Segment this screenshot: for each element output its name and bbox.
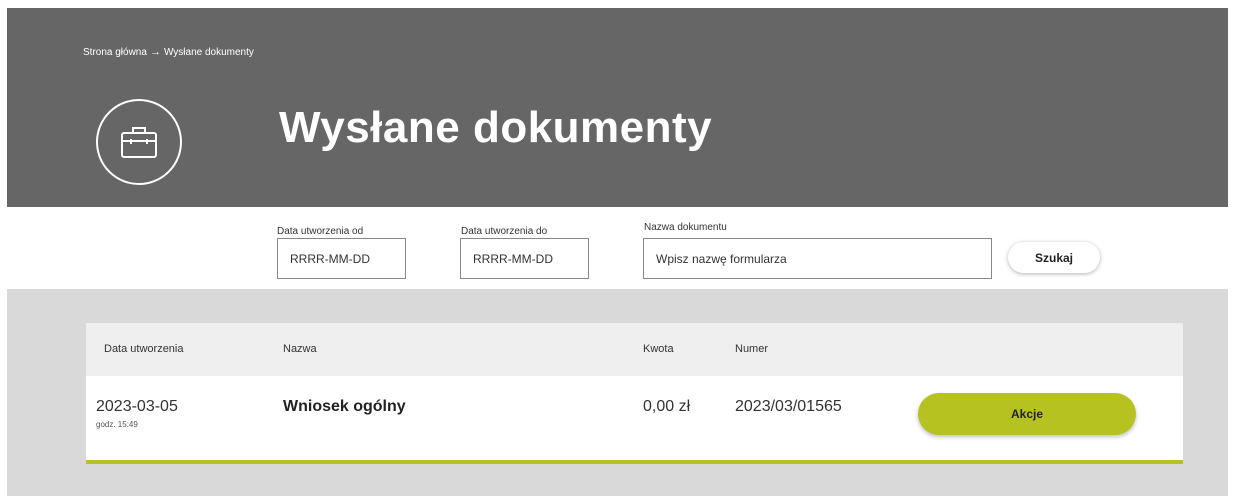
actions-button[interactable]: Akcje xyxy=(918,393,1136,435)
row-number: 2023/03/01565 xyxy=(735,398,842,415)
date-from-input[interactable] xyxy=(277,238,406,279)
row-name: Wniosek ogólny xyxy=(283,398,406,415)
arrow-right-icon: → xyxy=(149,46,161,58)
row-amount: 0,00 zł xyxy=(643,398,691,415)
search-button[interactable]: Szukaj xyxy=(1008,242,1100,273)
breadcrumb-current: Wysłane dokumenty xyxy=(163,46,254,58)
breadcrumb: Strona główna → Wysłane dokumenty xyxy=(83,46,254,58)
column-header-amount: Kwota xyxy=(643,343,674,355)
table-row: 2023-03-05 godz. 15:49 Wniosek ogólny 0,… xyxy=(86,376,1183,464)
row-date: 2023-03-05 xyxy=(96,398,178,415)
column-header-name: Nazwa xyxy=(283,343,317,355)
page-header: Strona główna → Wysłane dokumenty Wysłan… xyxy=(7,8,1228,207)
table-header: Data utworzenia Nazwa Kwota Numer xyxy=(86,323,1183,376)
page-title: Wysłane dokumenty xyxy=(279,103,713,152)
document-name-label: Nazwa dokumentu xyxy=(644,222,727,233)
breadcrumb-home-link[interactable]: Strona główna xyxy=(83,47,147,58)
date-to-label: Data utworzenia do xyxy=(461,226,548,237)
document-name-input[interactable] xyxy=(643,238,992,279)
briefcase-icon xyxy=(96,99,182,185)
column-header-number: Numer xyxy=(735,343,769,355)
row-time: godz. 15:49 xyxy=(96,420,138,429)
date-from-label: Data utworzenia od xyxy=(277,226,364,237)
date-to-input[interactable] xyxy=(460,238,589,279)
column-header-date: Data utworzenia xyxy=(104,343,184,355)
